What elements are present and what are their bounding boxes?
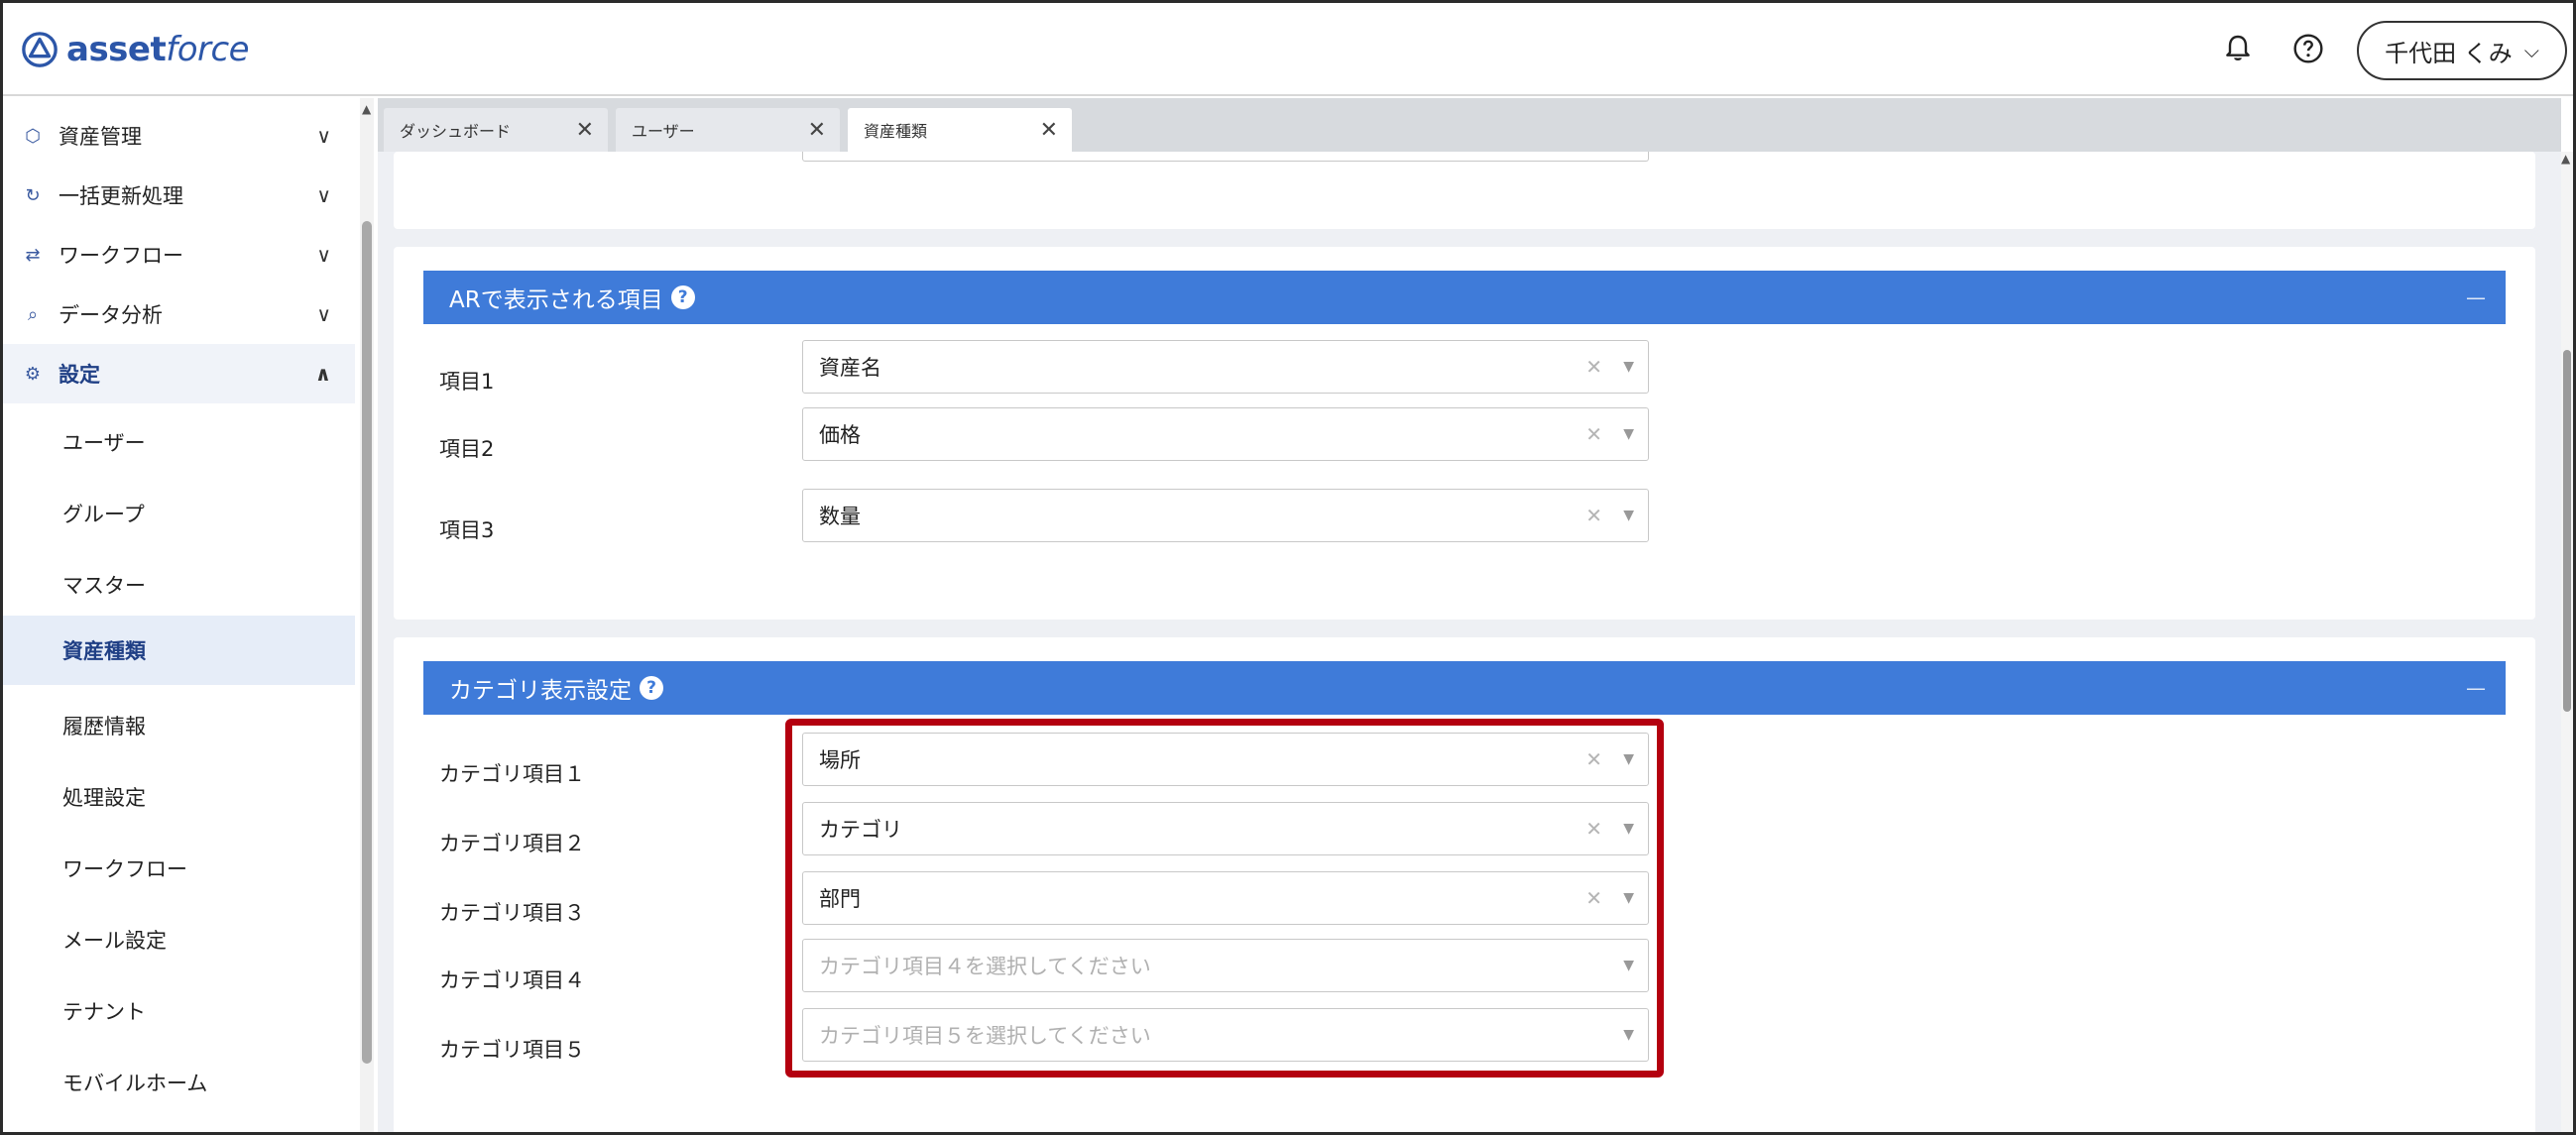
refresh-icon: ↻ (25, 184, 41, 206)
tab-users[interactable]: ユーザー ✕ (616, 108, 840, 152)
select-value: 数量 (819, 505, 861, 528)
gear-icon: ⚙ (24, 363, 42, 385)
sidebar-group-data-analysis[interactable]: ⌕ データ分析 ∨ (3, 284, 355, 344)
ar-field-3-label: 項目3 (439, 518, 495, 542)
category-section-card: カテゴリ表示設定 ? — カテゴリ項目１ 場所 ✕ ▼ カテゴリ項目２ カテゴリ… (394, 637, 2535, 1132)
tab-label: ダッシュボード (400, 122, 512, 141)
bell-icon[interactable] (2216, 27, 2260, 70)
category-field-1-label: カテゴリ項目１ (439, 762, 585, 786)
category-field-4-label: カテゴリ項目４ (439, 968, 585, 992)
scroll-up-arrow-icon[interactable]: ▲ (2561, 152, 2570, 166)
main-content: ダッシュボード ✕ ユーザー ✕ 資産種類 ✕ ARで表示される項目 ? — 項… (378, 98, 2561, 1132)
sidebar-group-label: データ分析 (59, 303, 163, 327)
help-circle-icon[interactable] (2286, 27, 2330, 70)
sidebar-group-asset-management[interactable]: ⬡ 資産管理 ∨ (3, 106, 355, 166)
chevron-down-icon: ⌵ (2523, 39, 2539, 62)
sidebar-item-mail-settings[interactable]: メール設定 (3, 909, 355, 970)
sidebar-item-process-settings[interactable]: 処理設定 (3, 766, 355, 828)
dropdown-arrow-icon[interactable]: ▼ (1623, 359, 1634, 375)
ar-field-2-label: 項目2 (439, 437, 495, 461)
app-logo[interactable]: assetforce (21, 25, 250, 74)
sidebar: ⬡ 資産管理 ∨ ↻ 一括更新処理 ∨ ⇄ ワークフロー ∨ ⌕ データ分析 ∨… (3, 98, 360, 1132)
select-value: 資産名 (819, 356, 881, 380)
ar-section-header[interactable]: ARで表示される項目 ? — (423, 271, 2506, 324)
tab-dashboard[interactable]: ダッシュボード ✕ (384, 108, 608, 152)
ar-field-3-select[interactable]: 数量 ✕ ▼ (802, 489, 1649, 542)
clear-icon[interactable]: ✕ (1585, 355, 1602, 379)
partial-select-field[interactable] (802, 152, 1649, 162)
collapse-icon[interactable]: — (2466, 676, 2486, 700)
dropdown-arrow-icon[interactable]: ▼ (1623, 426, 1634, 442)
chevron-down-icon: ∨ (316, 183, 331, 207)
ar-section-card: ARで表示される項目 ? — 項目1 資産名 ✕ ▼ 項目2 価格 ✕ ▼ 項目… (394, 247, 2535, 620)
sidebar-item-label: テナント (62, 1000, 146, 1024)
logo-text: assetforce (66, 30, 250, 69)
sidebar-group-bulk-update[interactable]: ↻ 一括更新処理 ∨ (3, 166, 355, 225)
sidebar-group-workflow[interactable]: ⇄ ワークフロー ∨ (3, 225, 355, 284)
sidebar-item-workflow[interactable]: ワークフロー (3, 838, 355, 899)
collapse-icon[interactable]: — (2466, 285, 2486, 309)
sidebar-item-history[interactable]: 履歴情報 (3, 695, 355, 756)
chevron-down-icon: ∨ (316, 124, 331, 148)
sidebar-item-asset-types[interactable]: 資産種類 (3, 616, 355, 685)
category-field-5-label: カテゴリ項目５ (439, 1038, 585, 1062)
select-value: 価格 (819, 423, 861, 447)
category-section-header[interactable]: カテゴリ表示設定 ? — (423, 661, 2506, 715)
chevron-down-icon: ∨ (316, 302, 331, 326)
ar-field-2-select[interactable]: 価格 ✕ ▼ (802, 407, 1649, 461)
sidebar-item-label: モバイルホーム (62, 1072, 208, 1095)
sidebar-item-label: グループ (62, 503, 145, 526)
sidebar-item-label: 資産種類 (62, 639, 146, 663)
sidebar-item-mobile-home[interactable]: モバイルホーム (3, 1052, 355, 1113)
sidebar-item-label: 処理設定 (62, 786, 146, 810)
sidebar-item-label: ユーザー (62, 431, 146, 455)
sidebar-item-master[interactable]: マスター (3, 554, 355, 616)
clear-icon[interactable]: ✕ (1585, 422, 1602, 446)
clear-icon[interactable]: ✕ (1585, 504, 1602, 527)
section-title: ARで表示される項目 (449, 287, 663, 313)
sidebar-group-label: 一括更新処理 (59, 184, 183, 208)
category-field-3-label: カテゴリ項目３ (439, 901, 585, 925)
sidebar-group-settings[interactable]: ⚙ 設定 ∧ (3, 344, 355, 403)
sidebar-group-label: 資産管理 (59, 125, 142, 149)
ar-field-1-select[interactable]: 資産名 ✕ ▼ (802, 340, 1649, 394)
chevron-down-icon: ∨ (316, 243, 331, 267)
cube-icon: ⬡ (25, 125, 41, 147)
help-icon[interactable]: ? (640, 676, 663, 700)
tab-label: ユーザー (632, 122, 695, 141)
section-title: カテゴリ表示設定 (449, 678, 632, 704)
close-icon[interactable]: ✕ (1040, 118, 1058, 143)
sidebar-scrollbar-thumb[interactable] (362, 221, 372, 1064)
tab-asset-types[interactable]: 資産種類 ✕ (848, 108, 1072, 152)
sidebar-item-groups[interactable]: グループ (3, 483, 355, 544)
app-window: assetforce 千代田 くみ ⌵ ⬡ 資産管理 ∨ ↻ 一括更新処理 ∨ … (0, 0, 2576, 1135)
workflow-icon: ⇄ (25, 244, 41, 266)
sidebar-item-users[interactable]: ユーザー (3, 411, 355, 473)
ar-field-1-label: 項目1 (439, 370, 495, 394)
sidebar-item-tenant[interactable]: テナント (3, 980, 355, 1042)
tab-label: 資産種類 (864, 122, 928, 141)
logo-icon (22, 32, 58, 67)
top-header: assetforce 千代田 くみ ⌵ (3, 3, 2573, 96)
sidebar-item-label: マスター (62, 574, 146, 598)
sidebar-group-label: 設定 (59, 363, 100, 387)
scroll-up-arrow-icon[interactable]: ▲ (362, 102, 371, 116)
sidebar-item-label: 履歴情報 (62, 715, 146, 738)
close-icon[interactable]: ✕ (576, 118, 594, 143)
tab-bar: ダッシュボード ✕ ユーザー ✕ 資産種類 ✕ (378, 98, 2561, 152)
dropdown-arrow-icon[interactable]: ▼ (1623, 508, 1634, 523)
sidebar-item-label: ワークフロー (62, 857, 187, 881)
sidebar-item-label: メール設定 (62, 929, 167, 953)
sidebar-group-label: ワークフロー (59, 244, 183, 268)
previous-section-card (394, 152, 2535, 229)
chevron-up-icon: ∧ (314, 362, 331, 386)
analytics-icon: ⌕ (27, 303, 39, 325)
category-field-2-label: カテゴリ項目２ (439, 832, 585, 855)
user-name: 千代田 くみ (2385, 39, 2513, 67)
help-icon[interactable]: ? (670, 285, 695, 309)
highlight-box (785, 719, 1664, 1078)
user-menu-button[interactable]: 千代田 くみ ⌵ (2357, 21, 2567, 80)
close-icon[interactable]: ✕ (808, 118, 826, 143)
main-scrollbar-thumb[interactable] (2563, 350, 2571, 712)
